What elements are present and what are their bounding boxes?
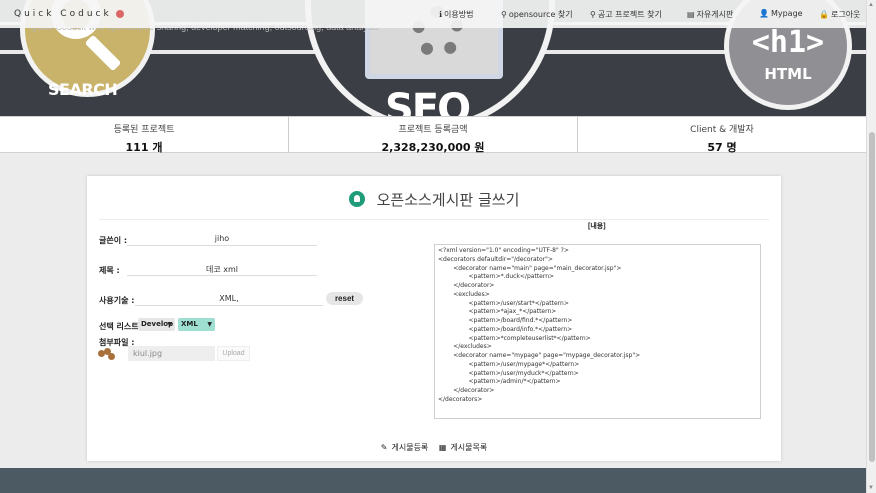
post-list-button[interactable]: ▦ 게시물목록 [437,443,489,452]
write-form-card: 오픈소스게시판 글쓰기 글쓴이 : jiho 제목 : 데코 xml 사용기술 … [87,176,781,461]
submit-post-button[interactable]: ✎ 게시물등록 [379,443,431,452]
nav-mypage[interactable]: 👤 Mypage [759,9,803,18]
github-icon [348,191,365,207]
search-icon: ⚲ [501,10,507,19]
writer-field[interactable]: jiho [127,232,317,246]
duck-logo-icon [115,9,124,18]
caret-down-icon: ▼ [207,321,212,328]
divider [99,219,769,220]
scroll-up-icon[interactable]: ▲ [868,2,874,8]
tech-field[interactable]: XML, [135,292,323,306]
scrollbar[interactable]: ▲ ▼ [866,0,876,493]
html-label: HTML [764,65,812,83]
footer [0,468,866,493]
subject-field[interactable]: 데코 xml [127,262,317,276]
lock-icon: 🔒 [819,10,829,19]
html-tag-icon: <h1> [751,25,825,60]
top-navigation: Quick Coduck ℹ 이용방법 ⚲ opensource 찾기 ⚲ 공고 프로… [0,0,866,28]
upload-button[interactable]: Upload [217,346,250,361]
stat-projects: 등록된 프로젝트 111 개 [0,117,289,154]
info-icon: ℹ [439,10,443,19]
tech-label: 사용기술 : [99,296,135,305]
page-title: 오픈소스게시판 글쓰기 [87,189,781,210]
logo[interactable]: Quick Coduck [14,9,124,19]
nav-opensource[interactable]: ⚲ opensource 찾기 [501,9,573,20]
reset-button[interactable]: reset [326,292,363,305]
tech-select[interactable]: XML ▼ [178,318,215,331]
writer-label: 글쓴이 : [99,236,128,245]
scroll-down-icon[interactable]: ▼ [868,485,874,491]
stat-amount: 프로젝트 등록금액 2,328,230,000 원 [289,117,578,154]
caret-down-icon: ▼ [167,321,172,328]
category-select[interactable]: Develop ▼ [138,318,175,331]
seo-label: SEO [385,86,471,116]
file-name-field[interactable]: kiul.jpg [128,346,215,361]
attachment-thumbnail [97,347,116,360]
keyboard-icon: ▤ [687,10,695,19]
nav-logout[interactable]: 🔒 로그아웃 [819,9,860,20]
search-icon: ⚲ [590,10,596,19]
select-list-label: 선택 리스트: [99,322,142,331]
form-actions: ✎ 게시물등록 ▦ 게시물목록 [87,442,781,453]
nav-projects[interactable]: ⚲ 공고 프로젝트 찾기 [590,9,662,20]
stats-bar: 등록된 프로젝트 111 개 프로젝트 등록금액 2,328,230,000 원… [0,116,866,154]
content-label: [내용] [588,223,606,230]
stat-users: Client & 개발자 57 명 [690,125,754,154]
user-icon: 👤 [759,9,769,18]
content-textarea[interactable]: <?xml version="1.0" encoding="UTF-8" ?> … [434,244,761,419]
search-label: SEARCH [48,80,118,99]
scroll-thumb[interactable] [869,132,875,462]
subject-label: 제목 : [99,266,120,275]
nav-usage[interactable]: ℹ 이용방법 [439,9,474,20]
list-icon: ▦ [438,443,447,452]
edit-icon: ✎ [380,443,388,452]
nav-board[interactable]: ▤ 자유게시판 [687,9,733,20]
